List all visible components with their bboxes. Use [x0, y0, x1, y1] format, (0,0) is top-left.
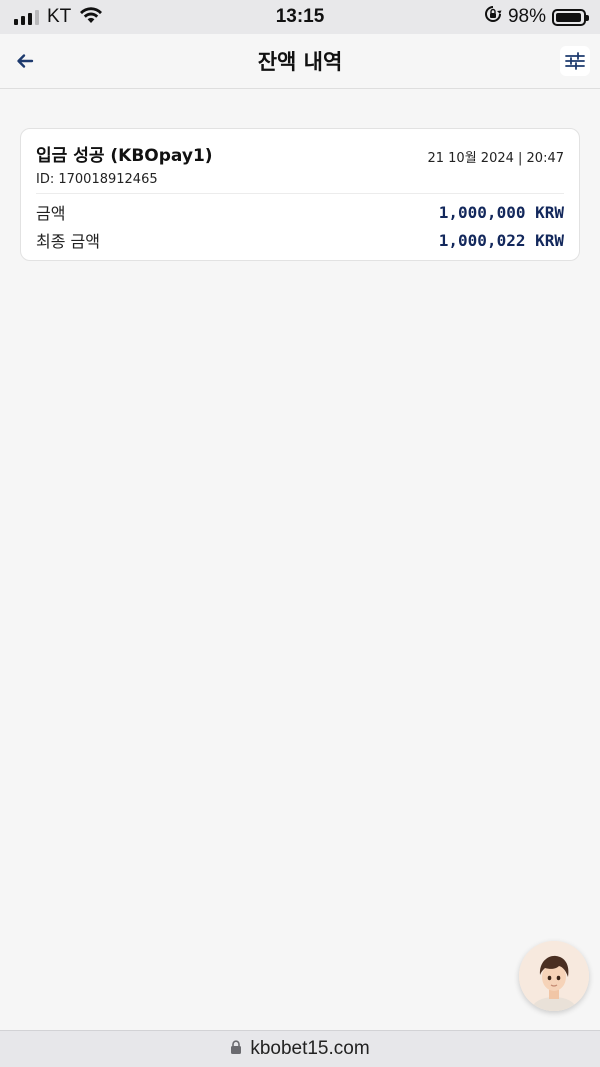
avatar-icon [519, 941, 589, 1011]
amount-value: 1,000,000 KRW [438, 202, 564, 222]
transaction-datetime: 21 10월 2024 | 20:47 [427, 151, 564, 166]
battery-icon [552, 8, 589, 26]
amount-row: 금액 1,000,000 KRW [36, 198, 564, 226]
carrier-label: KT [47, 6, 72, 27]
sliders-icon [565, 52, 585, 70]
wifi-icon [79, 6, 103, 29]
final-amount-value: 1,000,022 KRW [438, 230, 564, 250]
transaction-id: ID: 170018912465 [36, 172, 158, 187]
card-divider [36, 193, 564, 194]
filter-button[interactable] [560, 46, 590, 76]
card-header: 입금 성공 (KBOpay1) 21 10월 2024 | 20:47 [36, 139, 564, 166]
transaction-card[interactable]: 입금 성공 (KBOpay1) 21 10월 2024 | 20:47 ID: … [20, 128, 580, 261]
url-text: kbobet15.com [250, 1038, 370, 1059]
signal-icon [14, 9, 39, 25]
app-header: 잔액 내역 [0, 34, 600, 89]
battery-percent: 98% [507, 6, 546, 27]
final-amount-row: 최종 금액 1,000,022 KRW [36, 226, 564, 254]
rotation-lock-icon [484, 5, 502, 29]
status-left: KT [14, 6, 103, 29]
status-bar: KT 13:15 98% [0, 0, 600, 34]
back-button[interactable] [10, 46, 40, 76]
amount-label: 금액 [36, 204, 66, 223]
battery-fill [556, 12, 582, 22]
transaction-title: 입금 성공 (KBOpay1) [36, 146, 213, 166]
final-amount-label: 최종 금액 [36, 232, 100, 251]
arrow-left-icon [17, 54, 34, 68]
status-right: 98% [484, 5, 589, 29]
page-title: 잔액 내역 [257, 50, 343, 74]
browser-url-bar[interactable]: kbobet15.com [0, 1030, 600, 1067]
chat-avatar-button[interactable] [519, 941, 589, 1011]
lock-icon [230, 1039, 242, 1059]
